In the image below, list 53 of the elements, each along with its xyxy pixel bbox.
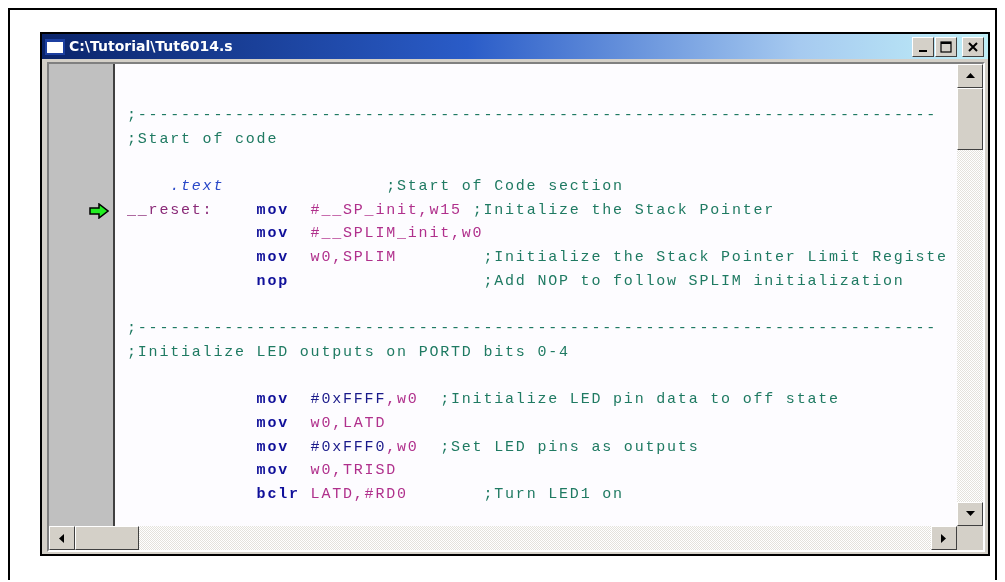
scroll-thumb[interactable] [75,526,139,550]
code-operand: w0,LATD [310,414,387,432]
code-operand: w0,TRISD [310,462,397,480]
code-operand: #__SP_init,w15 [310,201,462,219]
code-comment: ;Start of code [127,130,279,148]
scrollbar-corner [957,526,983,550]
code-operand: ,w0 [386,391,419,409]
code-comment: ;Initalize the Stack Pointer [472,201,776,219]
right-arrow-icon [941,533,947,543]
code-comment: ;Set LED pins as outputs [440,438,700,456]
minimize-button[interactable] [912,36,934,57]
code-comment: ;-------------------------------------------------------------------------- [127,107,938,124]
code-operand: w0,SPLIM [310,249,397,267]
window-title: C:\Tutorial\Tut6014.s [69,37,233,56]
code-number: #0xFFFF [310,391,387,409]
vertical-scrollbar[interactable] [957,64,983,526]
scroll-down-button[interactable] [957,502,983,526]
code-mnemonic: mov [256,249,289,267]
code-label: __reset: [127,201,214,219]
minimize-icon [919,49,927,52]
code-comment: ;Initialize LED pin data to off state [440,391,840,409]
down-arrow-icon [965,511,975,517]
code-comment: ;Start of Code section [386,178,624,196]
scroll-right-button[interactable] [931,526,957,550]
left-arrow-icon [59,533,65,543]
code-mnemonic: mov [256,201,289,219]
code-comment: ;Add NOP to follow SPLIM initialization [483,272,905,290]
code-mnemonic: mov [256,391,289,409]
close-button[interactable] [962,36,984,57]
code-mnemonic: mov [256,225,289,243]
code-operand: LATD,#RD0 [310,486,408,503]
code-number: #0xFFF0 [310,438,387,456]
code-comment: ;Initialize the Stack Pointer Limit Registe [483,249,948,267]
code-mnemonic: bclr [256,486,300,503]
up-arrow-icon [965,73,975,79]
maximize-button[interactable] [935,36,957,57]
code-directive: .text [170,178,225,196]
scroll-thumb[interactable] [957,88,983,150]
code-comment: ;-------------------------------------------------------------------------- [127,320,938,338]
scroll-left-button[interactable] [49,526,75,550]
code-mnemonic: mov [256,462,289,480]
code-operand: #__SPLIM_init,w0 [310,225,484,243]
code-mnemonic: mov [256,414,289,432]
window-icon [45,38,65,55]
code-comment: ;Initialize LED outputs on PORTD bits 0-4 [127,343,570,361]
code-mnemonic: mov [256,438,289,456]
code-comment: ;Turn LED1 on [483,486,624,503]
scroll-up-button[interactable] [957,64,983,88]
maximize-icon [940,40,952,53]
close-icon [968,41,978,52]
code-operand: ,w0 [386,438,419,456]
code-mnemonic: nop [256,272,289,290]
horizontal-scrollbar[interactable] [49,526,983,550]
